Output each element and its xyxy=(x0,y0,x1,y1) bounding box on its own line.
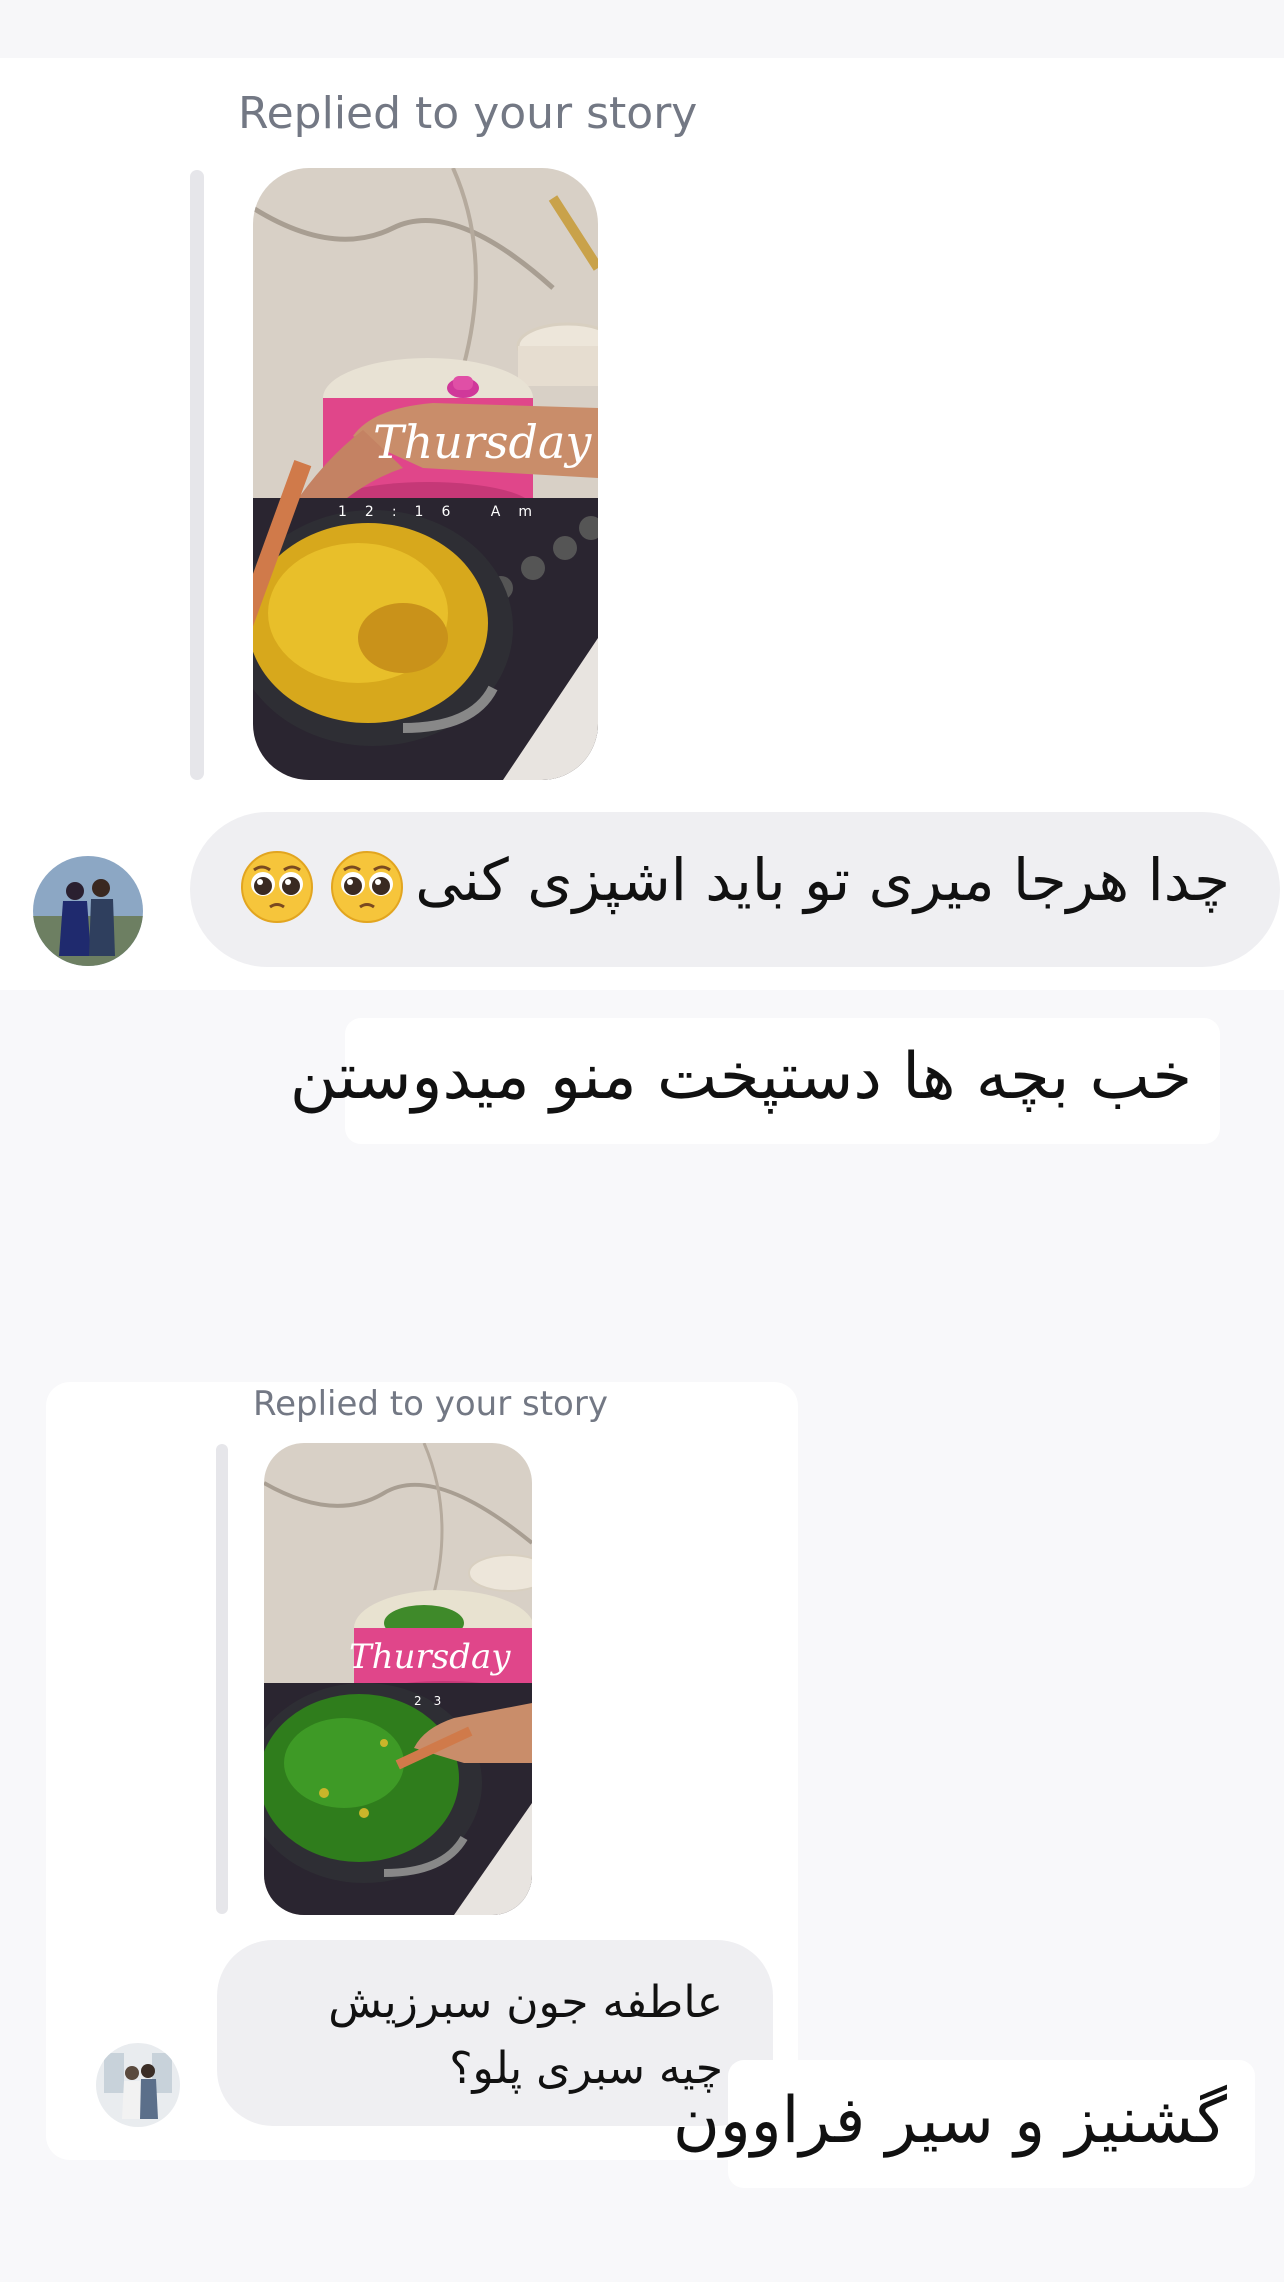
replied-to-story-label: Replied to your story xyxy=(253,1384,608,1424)
story-image-cooking-rice: Thursday 12:16 Am xyxy=(253,168,598,780)
story-thumbnail[interactable]: Thursday 12:16 Am xyxy=(253,168,598,780)
story-day-overlay: Thursday xyxy=(349,1637,511,1677)
received-message-bubble[interactable]: چدا هرجا میری تو باید اشپزی کنی xyxy=(190,812,1280,967)
message-text: گشنیز و سیر فراوون xyxy=(672,2084,1227,2158)
message-text: چدا هرجا میری تو باید اشپزی کنی xyxy=(415,846,1230,914)
message-text: خب بچه ها دستپخت منو میدوستن xyxy=(289,1040,1192,1114)
avatar-image xyxy=(33,856,143,966)
story-time-overlay: 12:16 Am xyxy=(338,504,550,520)
story-time-overlay: 23 xyxy=(414,1694,453,1708)
message-text: عاطفه جون سبرزیش چیه سبری پلو؟ xyxy=(328,1977,723,2094)
replied-to-story-label: Replied to your story xyxy=(238,88,698,139)
sender-avatar[interactable] xyxy=(33,856,143,966)
avatar-image xyxy=(96,2043,180,2127)
quote-bar xyxy=(190,170,204,780)
emoji-group xyxy=(240,850,404,924)
quote-bar xyxy=(216,1444,228,1914)
story-image-cooking-herbs: Thursday 23 xyxy=(264,1443,532,1915)
story-day-overlay: Thursday xyxy=(373,415,592,469)
pleading-face-icon xyxy=(241,851,313,923)
sent-message-bubble[interactable]: خب بچه ها دستپخت منو میدوستن xyxy=(290,1018,1220,1144)
sender-avatar[interactable] xyxy=(96,2043,180,2127)
top-strip xyxy=(0,0,1284,58)
sent-message-bubble[interactable]: گشنیز و سیر فراوون xyxy=(673,2060,1255,2188)
story-thumbnail[interactable]: Thursday 23 xyxy=(264,1443,532,1915)
pleading-face-icon xyxy=(331,851,403,923)
